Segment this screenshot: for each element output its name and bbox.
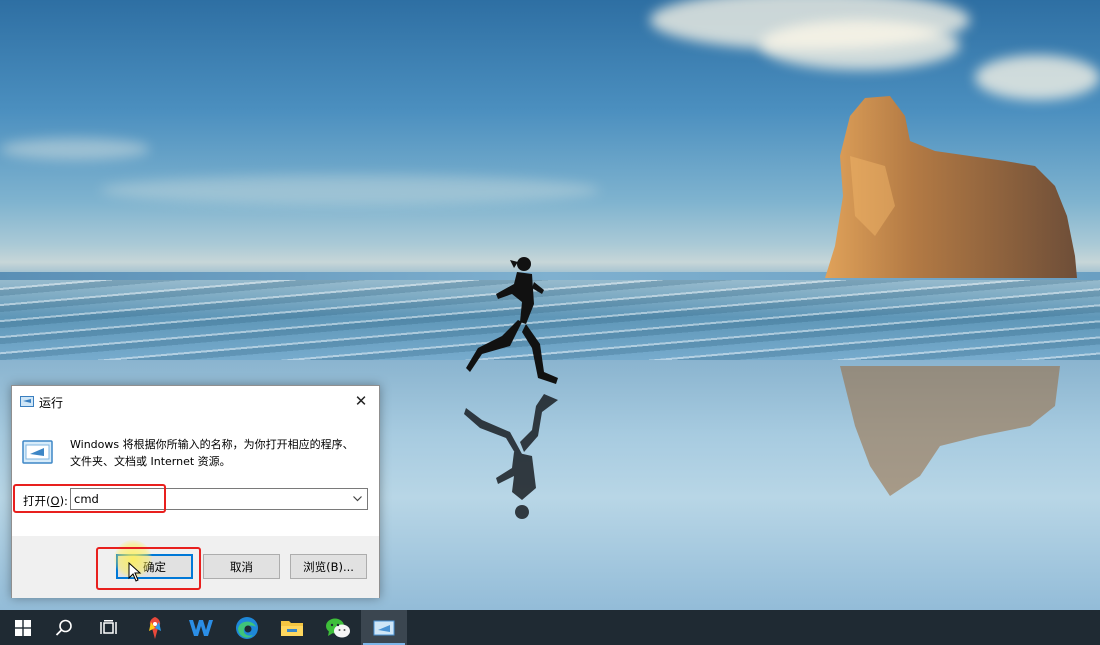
runner-silhouette: [466, 257, 558, 384]
rock-reflection: [840, 366, 1060, 496]
close-icon: ✕: [354, 391, 368, 410]
description-line: 文件夹、文档或 Internet 资源。: [70, 455, 231, 468]
close-button[interactable]: ✕: [343, 386, 379, 416]
taskbar-wps[interactable]: [178, 610, 224, 645]
dialog-title: 运行: [39, 396, 64, 410]
w-letter-icon: [189, 619, 213, 636]
search-icon: [55, 619, 72, 636]
dialog-description: Windows 将根据你所输入的名称，为你打开相应的程序、 文件夹、文档或 In…: [70, 436, 370, 470]
runner-reflection: [464, 394, 558, 519]
cloud: [760, 20, 960, 70]
search-button[interactable]: [41, 610, 87, 645]
rock-formation: [825, 96, 1077, 278]
taskbar-app-colorful[interactable]: [132, 610, 178, 645]
dropdown-button[interactable]: [349, 491, 365, 507]
annotation-highlight-command: [13, 484, 166, 513]
taskbar: [0, 610, 1100, 645]
taskbar-edge[interactable]: [224, 610, 270, 645]
taskbar-file-explorer[interactable]: [269, 610, 315, 645]
chevron-down-icon: [352, 496, 362, 502]
wechat-icon: [326, 618, 350, 637]
taskbar-run[interactable]: [361, 610, 407, 645]
dialog-titlebar[interactable]: 运行 ✕: [12, 386, 379, 416]
taskbar-wechat[interactable]: [315, 610, 361, 645]
edge-browser-icon: [236, 616, 258, 639]
cloud: [0, 138, 150, 160]
mouse-cursor-icon: [128, 562, 142, 582]
start-button[interactable]: [0, 610, 46, 645]
run-program-icon: [22, 440, 53, 464]
annotation-highlight-ok: [96, 547, 201, 590]
task-view-icon: [100, 619, 117, 634]
folder-icon: [281, 620, 303, 636]
run-dialog-icon: [373, 620, 395, 635]
cloud: [975, 55, 1100, 100]
cancel-button[interactable]: 取消: [203, 554, 280, 579]
task-view-button[interactable]: [86, 610, 132, 645]
colorful-app-icon: [149, 616, 161, 639]
run-app-icon: [20, 396, 34, 407]
description-line: Windows 将根据你所输入的名称，为你打开相应的程序、: [70, 438, 354, 451]
windows-logo-icon: [15, 619, 31, 636]
browse-button[interactable]: 浏览(B)...: [290, 554, 367, 579]
cloud: [100, 175, 600, 205]
